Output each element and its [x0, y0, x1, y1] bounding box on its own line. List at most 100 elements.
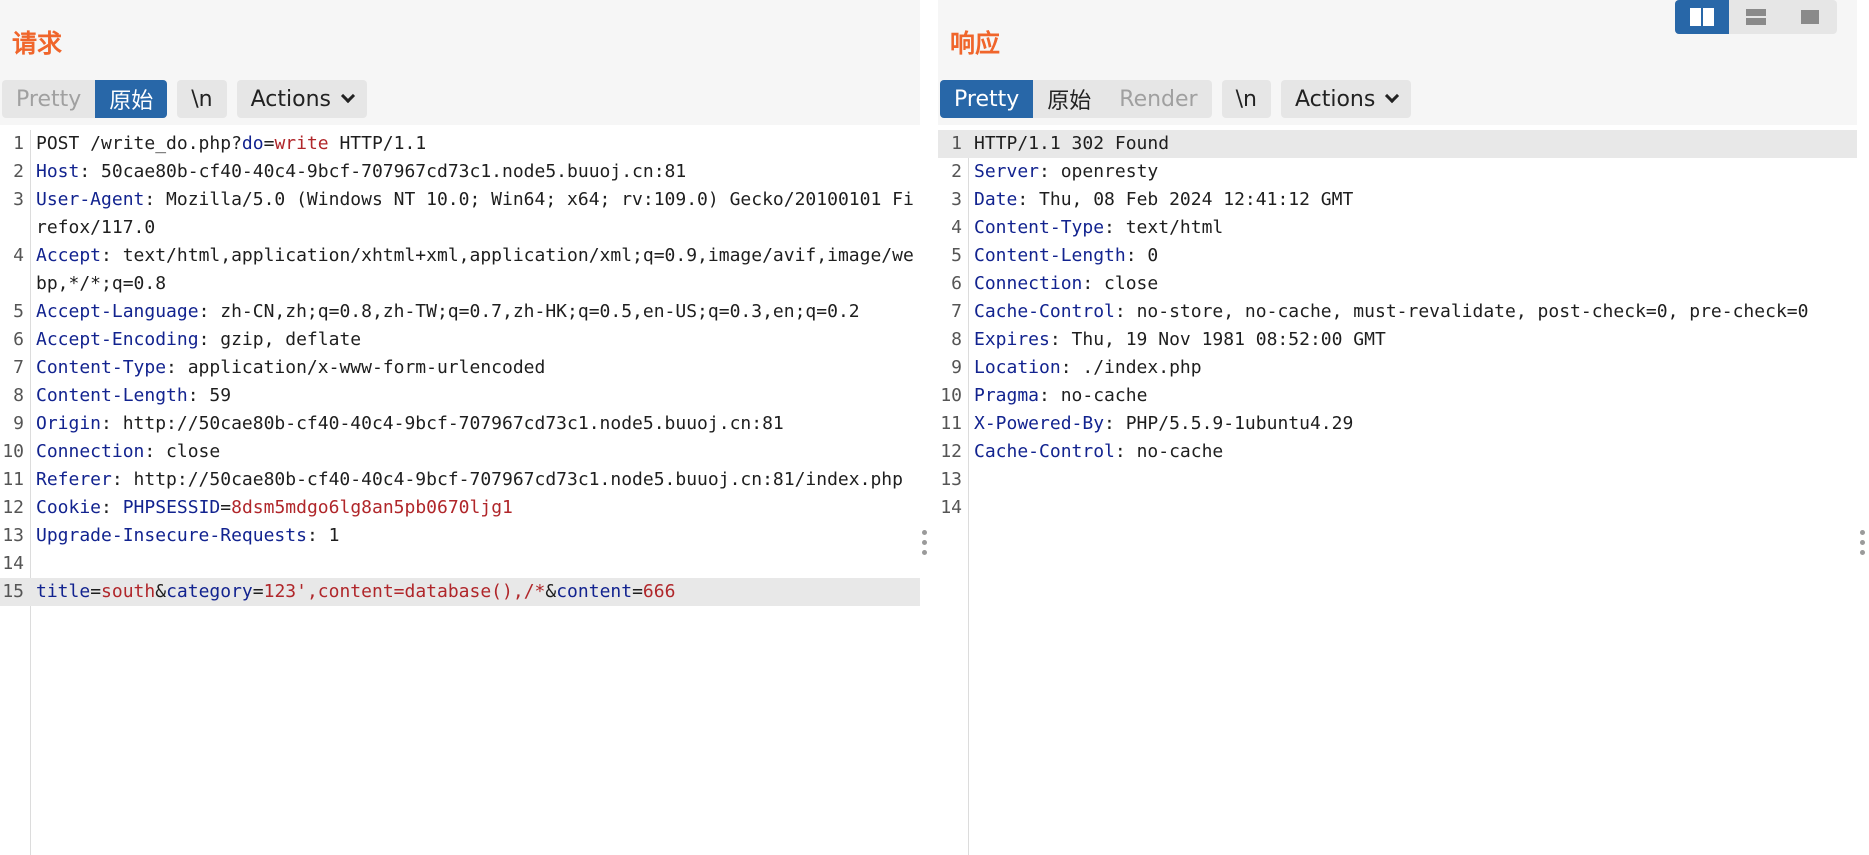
layout-single-pane-button[interactable] — [1783, 0, 1837, 34]
line-number: 8 — [951, 329, 962, 350]
line-number: 10 — [2, 441, 24, 462]
request-lines: 1 POST /write_do.php?do=write HTTP/1.1 2 Ho… — [0, 130, 920, 606]
header-name: X-Powered-By — [974, 413, 1105, 434]
request-toolbar: Pretty 原始 \n Actions — [2, 80, 367, 118]
code-text: = — [90, 581, 102, 602]
code-line: 15 title=south&category=123',content=data… — [0, 578, 920, 606]
response-tab-render[interactable]: Render — [1105, 80, 1211, 118]
line-content: Expires: Thu, 19 Nov 1981 08:52:00 GMT — [974, 326, 1857, 354]
line-content: Cookie: PHPSESSID=8dsm5mdgo6lg8an5pb0670… — [36, 494, 920, 522]
line-content: Connection: close — [974, 270, 1857, 298]
request-newline-toggle[interactable]: \n — [177, 80, 227, 118]
line-number: 3 — [951, 189, 962, 210]
response-tab-raw[interactable]: 原始 — [1033, 80, 1105, 118]
header-name: Upgrade-Insecure-Requests — [36, 525, 307, 546]
right-edge-splitter[interactable] — [1860, 530, 1866, 560]
line-number: 1 — [951, 133, 962, 154]
response-view-tabs: Pretty 原始 Render — [940, 80, 1212, 118]
line-number: 3 — [13, 189, 24, 210]
line-content: X-Powered-By: PHP/5.5.9-1ubuntu4.29 — [974, 410, 1857, 438]
request-pane: 请求 Pretty 原始 \n Actions 1 POST /write_do.… — [0, 0, 920, 855]
line-content: HTTP/1.1 302 Found — [974, 130, 1857, 158]
header-name: Host — [36, 161, 80, 182]
code-line: 1 POST /write_do.php?do=write HTTP/1.1 — [0, 130, 920, 158]
code-text: : openresty — [1039, 161, 1159, 182]
line-number: 5 — [951, 245, 962, 266]
response-newline-toggle[interactable]: \n — [1221, 80, 1271, 118]
request-editor[interactable]: 1 POST /write_do.php?do=write HTTP/1.1 2 Ho… — [0, 130, 920, 855]
param-value: 666 — [642, 581, 676, 602]
code-text: : no-cache — [1039, 385, 1148, 406]
line-number: 4 — [951, 217, 962, 238]
response-tab-pretty[interactable]: Pretty — [940, 80, 1034, 118]
layout-toggle — [1675, 0, 1837, 34]
param-name: do — [241, 133, 264, 154]
param-name: category — [166, 581, 253, 602]
header-name: Cache-Control — [974, 301, 1115, 322]
header-name: Accept — [36, 245, 102, 266]
line-content: Accept-Encoding: gzip, deflate — [36, 326, 920, 354]
code-line: 10 Pragma: no-cache — [938, 382, 1857, 410]
layout-split-vertical-button[interactable] — [1729, 0, 1783, 34]
line-content: Upgrade-Insecure-Requests: 1 — [36, 522, 920, 550]
response-actions-label: Actions — [1294, 86, 1376, 112]
line-content: POST /write_do.php?do=write HTTP/1.1 — [36, 130, 920, 158]
code-text: & — [545, 581, 557, 602]
request-tab-raw[interactable]: 原始 — [95, 80, 168, 118]
param-name: content — [556, 581, 633, 602]
line-number: 8 — [13, 385, 24, 406]
param-name: title — [36, 581, 91, 602]
line-number: 7 — [13, 357, 24, 378]
code-line: 3 User-Agent: Mozilla/5.0 (Windows NT 10.… — [0, 186, 920, 242]
drag-handle-dot — [922, 540, 927, 545]
code-line: 13 — [938, 466, 1857, 494]
code-text: = — [252, 581, 264, 602]
code-line: 2 Host: 50cae80b-cf40-40c4-9bcf-707967cd7… — [0, 158, 920, 186]
request-view-tabs: Pretty 原始 — [2, 80, 168, 118]
drag-handle-dot — [1860, 530, 1865, 535]
code-text: HTTP/1.1 — [328, 133, 427, 154]
request-title: 请求 — [12, 29, 63, 58]
line-number: 6 — [13, 329, 24, 350]
header-name: Cookie — [36, 497, 102, 518]
line-number: 2 — [951, 161, 962, 182]
header-name: Content-Type — [36, 357, 167, 378]
drag-handle-dot — [922, 530, 927, 535]
code-text: : ./index.php — [1060, 357, 1202, 378]
drag-handle-dot — [922, 550, 927, 555]
code-line: 3 Date: Thu, 08 Feb 2024 12:41:12 GMT — [938, 186, 1857, 214]
line-number: 5 — [13, 301, 24, 322]
pane-splitter[interactable] — [922, 530, 928, 560]
layout-split-horizontal-button[interactable] — [1675, 0, 1729, 34]
header-name: Cache-Control — [974, 441, 1115, 462]
request-actions-label: Actions — [250, 86, 331, 112]
line-number: 14 — [940, 497, 962, 518]
request-tab-pretty[interactable]: Pretty — [2, 80, 95, 118]
response-toolbar: Pretty 原始 Render \n Actions — [940, 80, 1412, 118]
response-editor[interactable]: 1 HTTP/1.1 302 Found 2 Server: openresty 3 Da… — [938, 130, 1857, 855]
drag-handle-dot — [1860, 540, 1865, 545]
request-actions-button[interactable]: Actions — [236, 80, 367, 118]
line-number: 10 — [940, 385, 962, 406]
header-name: Connection — [974, 273, 1083, 294]
code-text: : close — [144, 441, 221, 462]
code-text: = — [632, 581, 643, 602]
line-content: Content-Type: text/html — [974, 214, 1857, 242]
code-line: 11 X-Powered-By: PHP/5.5.9-1ubuntu4.29 — [938, 410, 1857, 438]
line-number: 12 — [940, 441, 962, 462]
response-lines: 1 HTTP/1.1 302 Found 2 Server: openresty 3 Da… — [938, 130, 1857, 522]
split-horizontal-icon — [1690, 8, 1714, 26]
code-text: : zh-CN,zh;q=0.8,zh-TW;q=0.7,zh-HK;q=0.5… — [198, 301, 860, 322]
header-name: Connection — [36, 441, 145, 462]
line-content: Server: openresty — [974, 158, 1857, 186]
param-value: write — [274, 133, 329, 154]
response-actions-button[interactable]: Actions — [1280, 80, 1412, 118]
line-content: Pragma: no-cache — [974, 382, 1857, 410]
code-line: 9 Location: ./index.php — [938, 354, 1857, 382]
line-content: Content-Type: application/x-www-form-url… — [36, 354, 920, 382]
code-line: 12 Cookie: PHPSESSID=8dsm5mdgo6lg8an5pb06… — [0, 494, 920, 522]
header-name: Content-Length — [36, 385, 188, 406]
line-number: 9 — [13, 413, 24, 434]
code-text: : Thu, 08 Feb 2024 12:41:12 GMT — [1017, 189, 1354, 210]
code-line: 6 Connection: close — [938, 270, 1857, 298]
